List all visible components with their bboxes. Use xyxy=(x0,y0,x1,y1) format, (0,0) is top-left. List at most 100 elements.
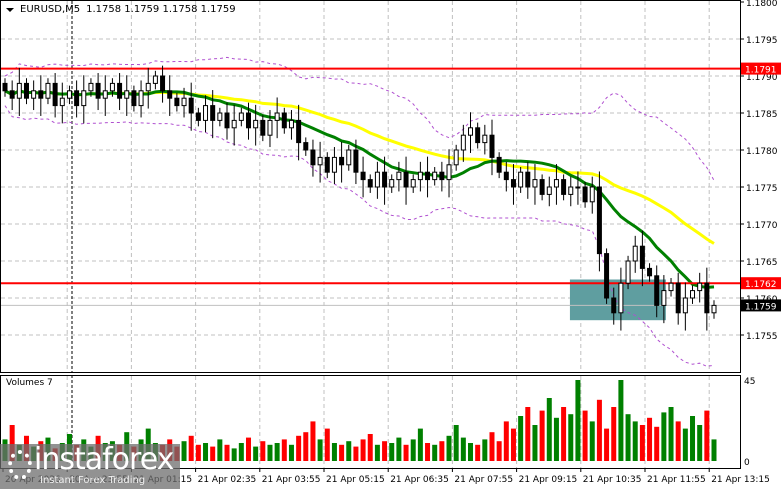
bull-candle xyxy=(518,171,524,188)
volume-bar xyxy=(296,435,302,461)
volume-bar xyxy=(546,398,552,461)
volume-bar xyxy=(503,421,509,461)
bear-candle xyxy=(38,90,44,99)
bear-candle xyxy=(167,90,173,99)
bear-candle xyxy=(496,156,502,173)
dropdown-triangle-icon[interactable] xyxy=(6,7,14,12)
volume-bar xyxy=(453,425,459,461)
bull-candle xyxy=(618,282,624,314)
bear-candle xyxy=(582,186,588,203)
bull-candle xyxy=(690,290,696,299)
logo-tagline: Instant Forex Trading xyxy=(40,475,146,486)
y-tick-label: 1.1775 xyxy=(746,184,778,194)
bear-candle xyxy=(310,149,316,166)
bull-candle xyxy=(432,171,438,181)
volume-bar xyxy=(460,437,466,461)
bull-candle xyxy=(410,179,416,188)
bear-candle xyxy=(303,142,309,151)
bull-candle xyxy=(102,90,108,99)
volume-bar xyxy=(475,444,481,461)
bull-candle xyxy=(145,82,151,92)
bull-candle xyxy=(217,112,223,121)
x-tick-label: 21 Apr 03:55 xyxy=(262,475,321,485)
level-label: 1.1762 xyxy=(745,280,777,290)
bull-candle xyxy=(632,245,638,262)
bear-candle xyxy=(704,282,710,314)
bear-candle xyxy=(382,171,388,188)
volume-axis-label: 45 xyxy=(744,377,755,387)
volume-bar xyxy=(324,428,330,461)
bull-candle xyxy=(231,119,237,129)
bear-candle xyxy=(296,119,302,144)
bear-candle xyxy=(210,105,216,121)
bear-candle xyxy=(654,275,660,306)
volume-bar xyxy=(561,407,567,461)
logo-gear-icon xyxy=(8,450,32,480)
volume-bar xyxy=(704,410,710,461)
bear-candle xyxy=(9,90,15,99)
volume-bar xyxy=(525,407,531,461)
y-tick-label: 1.1765 xyxy=(746,258,778,268)
y-tick-label: 1.1770 xyxy=(746,221,778,231)
volume-bar xyxy=(482,439,488,461)
bear-candle xyxy=(281,112,287,129)
volume-bar xyxy=(625,414,631,461)
volume-bar xyxy=(661,412,667,461)
bear-candle xyxy=(647,267,653,277)
volume-bar xyxy=(589,421,595,461)
bull-candle xyxy=(109,82,115,92)
volume-bar xyxy=(360,439,366,461)
symbol-label: EURUSD,M5 xyxy=(20,4,81,15)
volume-bar xyxy=(618,380,624,461)
volume-bar xyxy=(188,435,194,461)
volume-bar xyxy=(496,441,502,461)
volume-bar xyxy=(682,428,688,461)
volume-bar xyxy=(389,443,395,461)
bull-candle xyxy=(568,186,574,195)
volume-bar xyxy=(439,441,445,461)
chart-header: EURUSD,M5 1.1758 1.1759 1.1758 1.1759 xyxy=(6,4,236,15)
bear-candle xyxy=(174,97,180,107)
volume-bar xyxy=(675,421,681,461)
bull-candle xyxy=(546,186,552,195)
volume-bar xyxy=(396,437,402,461)
bull-candle xyxy=(124,90,130,99)
logo-name: instaforex xyxy=(34,442,174,477)
level-label: 1.1791 xyxy=(745,66,777,76)
price-chart[interactable]: 1.18001.17951.17901.17851.17801.17751.17… xyxy=(0,0,781,489)
bear-candle xyxy=(260,119,266,136)
y-tick-label: 1.1795 xyxy=(746,36,778,46)
bull-candle xyxy=(203,105,209,121)
volume-bar xyxy=(410,439,416,461)
y-tick-label: 1.1800 xyxy=(746,0,778,9)
volume-bar xyxy=(238,443,244,461)
bear-candle xyxy=(23,82,29,99)
volume-bar xyxy=(317,439,323,461)
bull-candle xyxy=(482,134,488,144)
bull-candle xyxy=(711,304,717,314)
bear-candle xyxy=(561,179,567,195)
bull-candle xyxy=(274,112,280,121)
volume-bar xyxy=(654,426,660,461)
bull-candle xyxy=(468,127,474,136)
bear-candle xyxy=(539,179,545,195)
bull-candle xyxy=(253,119,259,129)
bear-candle xyxy=(131,90,137,107)
bull-candle xyxy=(138,90,144,107)
bull-candle xyxy=(682,297,688,314)
volume-bar xyxy=(181,441,187,461)
volume-bar xyxy=(231,448,237,461)
bull-candle xyxy=(460,134,466,151)
bear-candle xyxy=(403,171,409,188)
volume-bar xyxy=(575,380,581,461)
volume-bar xyxy=(432,444,438,461)
bull-candle xyxy=(59,97,65,107)
bear-candle xyxy=(525,171,531,188)
bear-candle xyxy=(224,112,230,129)
bear-candle xyxy=(439,171,445,181)
x-tick-label: 21 Apr 02:35 xyxy=(198,475,257,485)
current-price-label: 1.1759 xyxy=(745,302,777,312)
volume-bar xyxy=(489,432,495,461)
volume-bar xyxy=(604,428,610,461)
volume-bar xyxy=(668,407,674,461)
